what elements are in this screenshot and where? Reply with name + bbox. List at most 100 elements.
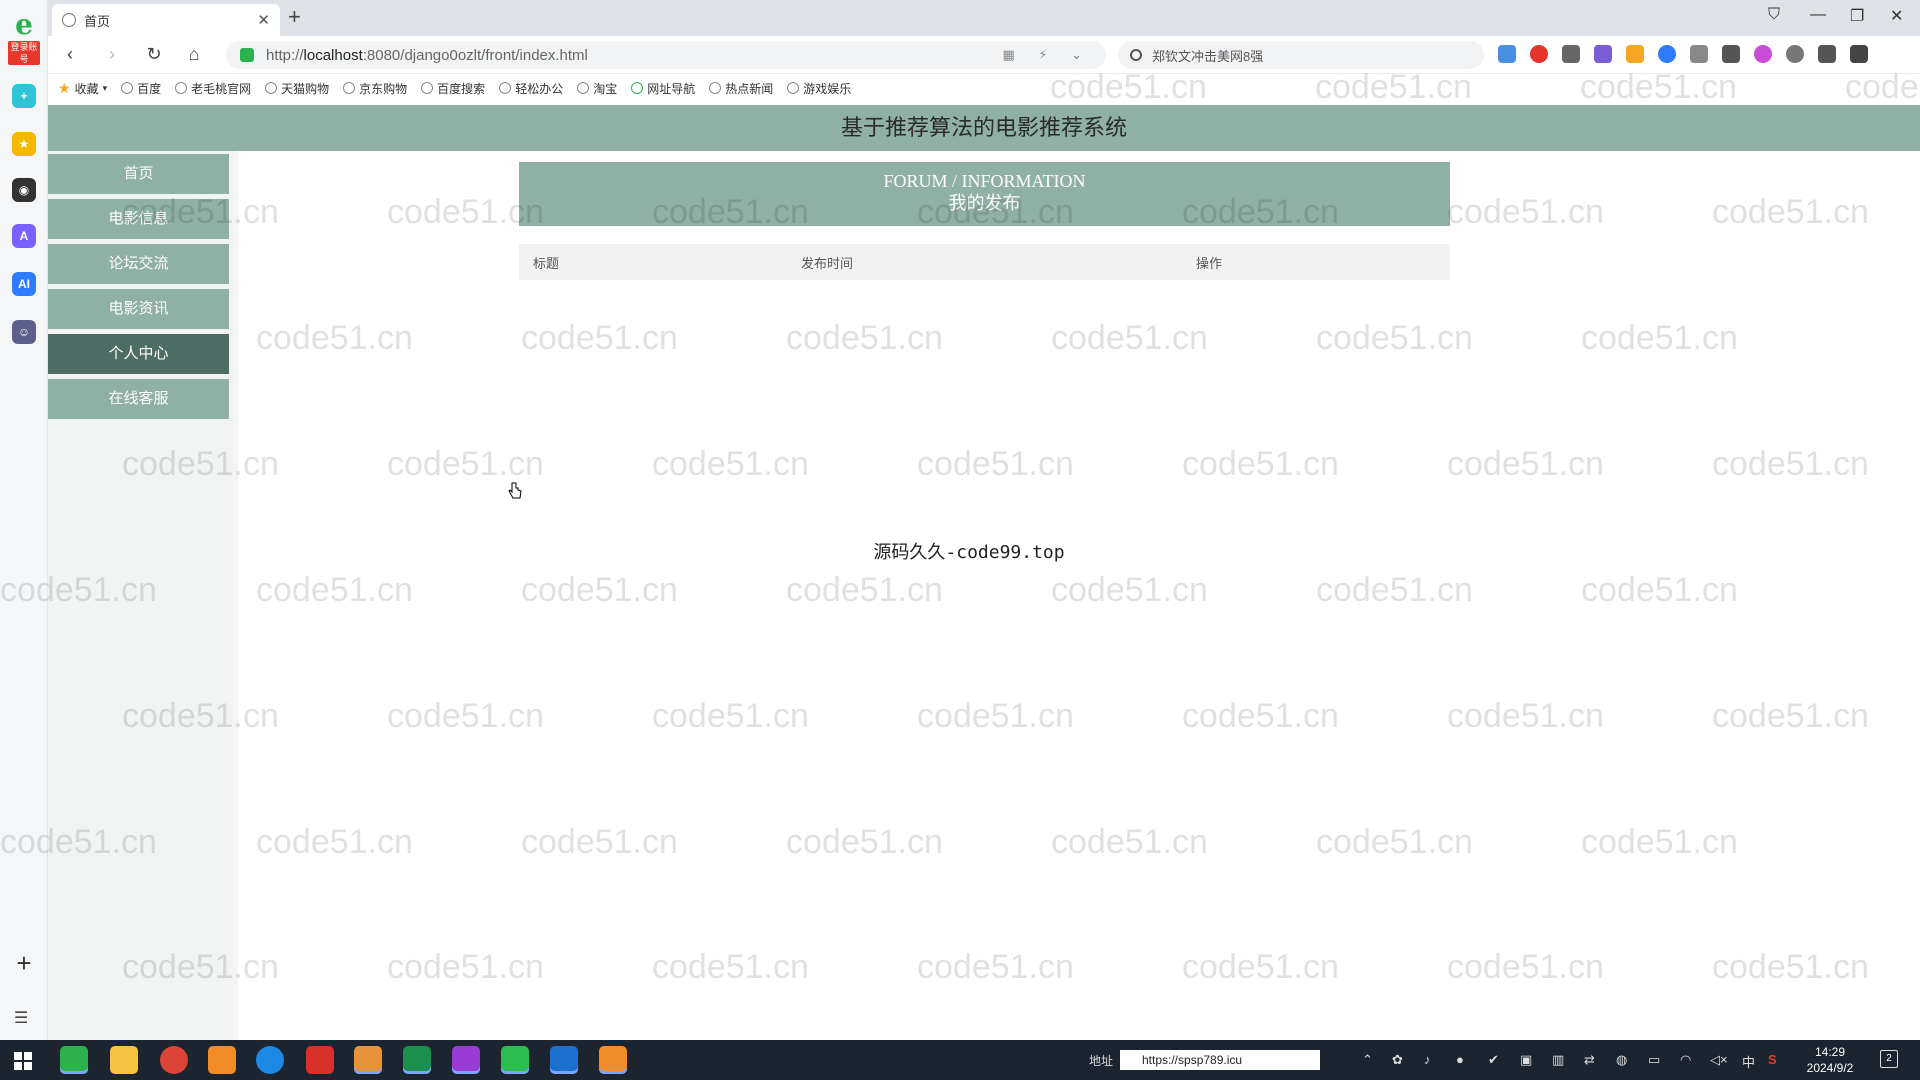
login-badge[interactable]: 登录账号 [8, 41, 40, 65]
tray-app-icon[interactable]: ✔ [1488, 1052, 1499, 1068]
close-tab-icon[interactable]: ✕ [257, 11, 270, 29]
site-icon [499, 82, 512, 94]
ai-assistant-icon[interactable]: A [12, 224, 36, 248]
wps-icon[interactable] [306, 1046, 334, 1074]
watermark: code51.cn [1447, 193, 1604, 231]
bookmark-favorites[interactable]: ★ 收藏 ▾ [58, 80, 107, 97]
watermark: code51.cn [1581, 319, 1738, 357]
chat-bot-icon[interactable]: ☺ [12, 320, 36, 344]
new-tab-button[interactable]: + [288, 4, 301, 30]
ai-icon[interactable]: AI [12, 272, 36, 296]
edge-icon[interactable] [256, 1046, 284, 1074]
nav-home[interactable]: 首页 [48, 154, 229, 194]
file-explorer-icon[interactable] [110, 1046, 138, 1074]
watermark: code51.cn [387, 697, 544, 735]
favorites-star-icon[interactable]: ★ [12, 132, 36, 156]
nav-online-service[interactable]: 在线客服 [48, 379, 229, 419]
forward-icon[interactable]: › [100, 44, 124, 65]
close-window-icon[interactable]: ✕ [1890, 6, 1903, 26]
pycharm-icon[interactable] [403, 1046, 431, 1074]
tray-app-icon[interactable]: ▣ [1520, 1052, 1532, 1068]
watermark: code51.cn [521, 319, 678, 357]
tray-app-icon[interactable]: ● [1456, 1052, 1464, 1067]
restore-icon[interactable]: ❐ [1850, 6, 1864, 26]
bookmark-item[interactable]: 网址导航 [631, 80, 695, 97]
bookmark-item[interactable]: 京东购物 [343, 80, 407, 97]
address-bar[interactable]: http://localhost:8080/django0ozlt/front/… [226, 41, 1106, 69]
tray-expand-icon[interactable]: ⌃ [1362, 1052, 1373, 1068]
address-actions[interactable]: ▦ ⚡ ⌄ [1002, 47, 1092, 63]
browser-toolbar: ‹ › ↻ ⌂ http://localhost:8080/django0ozl… [48, 36, 1920, 74]
battery-icon[interactable]: ▭ [1648, 1052, 1660, 1068]
undo-icon[interactable] [1818, 45, 1836, 63]
star-icon: ★ [58, 79, 71, 96]
scissors-icon[interactable] [1562, 45, 1580, 63]
wifi-icon[interactable]: ◠ [1680, 1052, 1691, 1068]
bookmark-item[interactable]: 百度搜索 [421, 80, 485, 97]
shield-extension-icon[interactable] [1626, 45, 1644, 63]
bookmark-label: 淘宝 [593, 81, 618, 96]
sublime-icon[interactable] [208, 1046, 236, 1074]
windows-start-icon[interactable] [14, 1052, 32, 1070]
tab-strip: 首页 ✕ + ⛉ — ❐ ✕ [48, 0, 1920, 36]
nav-personal-center[interactable]: 个人中心 [48, 334, 229, 374]
browser-app-icon[interactable] [60, 1046, 88, 1074]
puzzle-icon[interactable] [1690, 45, 1708, 63]
search-box[interactable]: 郑钦文冲击美网8强 [1118, 41, 1484, 69]
calculator-icon[interactable] [599, 1046, 627, 1074]
microphone-icon[interactable]: ♪ [1424, 1052, 1431, 1067]
grid-icon[interactable] [1722, 45, 1740, 63]
tray-app-icon[interactable]: ▥ [1552, 1052, 1564, 1068]
ime-indicator[interactable]: 中 [1742, 1052, 1755, 1071]
robot-icon[interactable]: ◉ [12, 178, 36, 202]
shirt-skin-icon[interactable]: ⛉ [1768, 6, 1780, 24]
brightness-icon[interactable] [1786, 45, 1804, 63]
bookmark-item[interactable]: 热点新闻 [709, 80, 773, 97]
watermark: code51.cn [786, 823, 943, 861]
tray-app-icon[interactable]: ⇄ [1584, 1052, 1595, 1068]
mail-icon[interactable] [1498, 45, 1516, 63]
taskbar-clock[interactable]: 14:29 2024/9/2 [1798, 1044, 1862, 1076]
add-sidebar-item-icon[interactable]: + [12, 950, 36, 976]
tab-home[interactable]: 首页 ✕ [52, 4, 280, 36]
wechat-icon[interactable] [501, 1046, 529, 1074]
bookmark-item[interactable]: 游戏娱乐 [787, 80, 851, 97]
volume-muted-icon[interactable]: ◁× [1710, 1052, 1728, 1068]
bookmark-item[interactable]: 老毛桃官网 [175, 80, 251, 97]
notification-icon[interactable]: 2 [1880, 1050, 1898, 1068]
nav-movie-news[interactable]: 电影资讯 [48, 289, 229, 329]
find-icon[interactable] [1658, 45, 1676, 63]
tray-app-icon[interactable]: ✿ [1392, 1052, 1403, 1068]
translate-icon[interactable] [1594, 45, 1612, 63]
reload-icon[interactable]: ↻ [142, 44, 166, 65]
weibo-icon[interactable] [1530, 45, 1548, 63]
bookmark-item[interactable]: 天猫购物 [265, 80, 329, 97]
browser-logo-icon[interactable]: e 登录账号 [8, 10, 40, 65]
add-app-icon[interactable]: + [12, 84, 36, 108]
bookmark-item[interactable]: 轻松办公 [499, 80, 563, 97]
menu-icon[interactable] [1850, 45, 1868, 63]
navicat-icon[interactable] [354, 1046, 382, 1074]
vscode-icon[interactable] [550, 1046, 578, 1074]
wechat-tray-icon[interactable]: ◍ [1616, 1052, 1627, 1068]
color-circle-icon[interactable] [1754, 45, 1772, 63]
chrome-icon[interactable] [160, 1046, 188, 1074]
banner-chinese-title: 我的发布 [948, 193, 1021, 213]
hand-cursor-icon [508, 482, 522, 499]
column-publish-time: 发布时间 [787, 244, 1182, 280]
taskbar-address-input[interactable]: https://spsp789.icu [1120, 1050, 1320, 1070]
home-icon[interactable]: ⌂ [182, 44, 206, 65]
back-icon[interactable]: ‹ [58, 44, 82, 65]
intellij-icon[interactable] [452, 1046, 480, 1074]
watermark: code51.cn [786, 319, 943, 357]
watermark: code51.cn [1712, 193, 1869, 231]
sogou-icon[interactable]: S [1768, 1052, 1777, 1067]
list-menu-icon[interactable]: ☰ [14, 1008, 32, 1028]
watermark: code51.cn [1182, 948, 1339, 986]
bookmark-item[interactable]: 淘宝 [577, 80, 617, 97]
clock-time: 14:29 [1814, 1045, 1846, 1059]
nav-forum[interactable]: 论坛交流 [48, 244, 229, 284]
nav-movie-info[interactable]: 电影信息 [48, 199, 229, 239]
minimize-icon[interactable]: — [1810, 6, 1826, 24]
bookmark-item[interactable]: 百度 [121, 80, 161, 97]
